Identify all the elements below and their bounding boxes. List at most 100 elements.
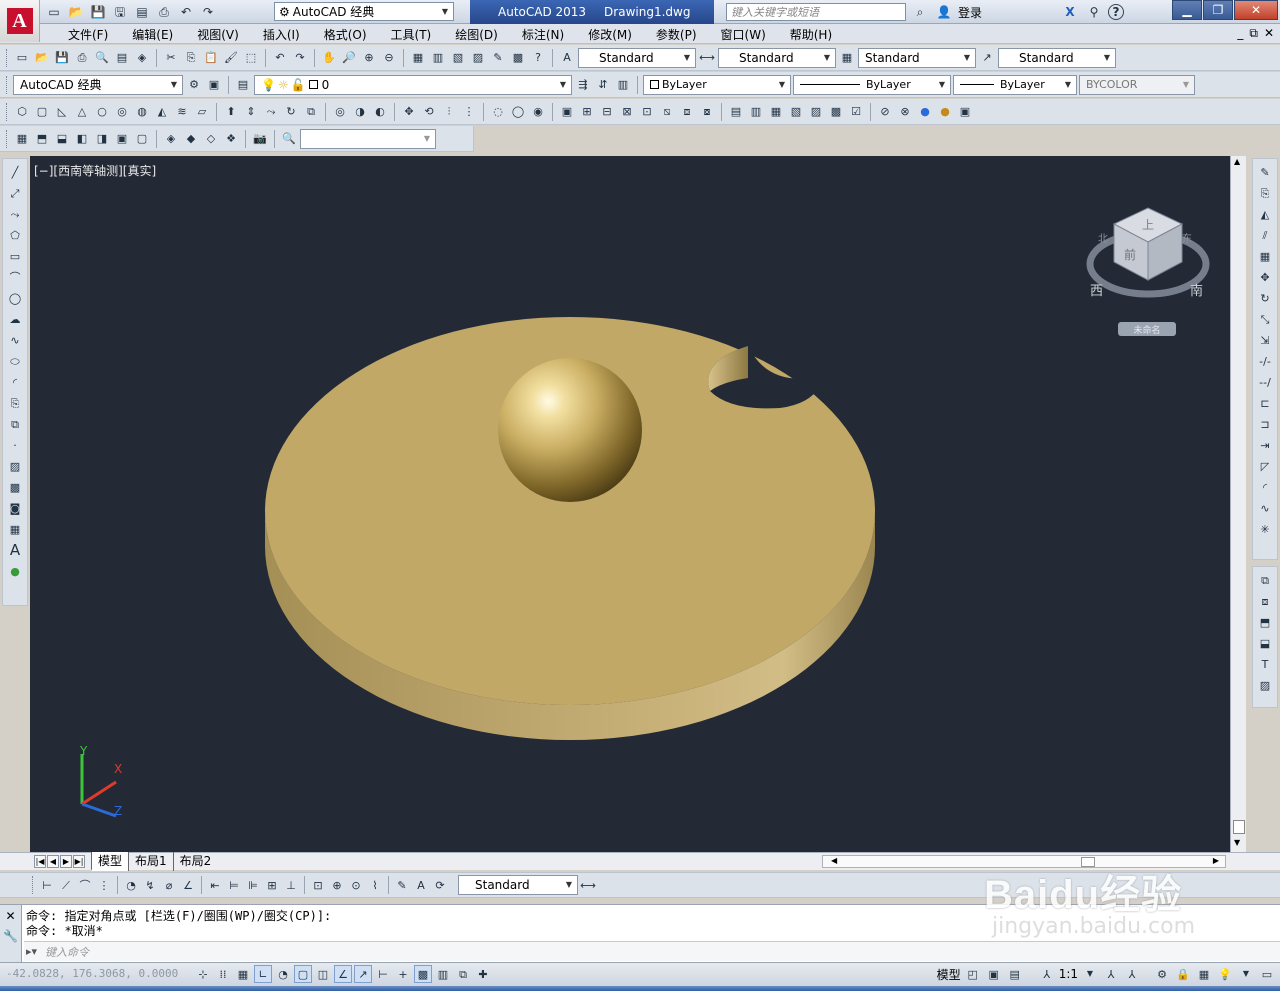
toolbar-lock-icon[interactable]: 🔒 bbox=[1174, 965, 1192, 983]
radius-dim-icon[interactable]: ◔ bbox=[122, 876, 140, 894]
quick-view-layouts-icon[interactable]: ▣ bbox=[985, 965, 1003, 983]
scroll-right-icon[interactable]: ▶ bbox=[1213, 856, 1219, 865]
dim-style-select[interactable]: Standard ▼ bbox=[718, 47, 836, 68]
properties-icon[interactable]: ▦ bbox=[409, 49, 427, 67]
quick-view-drawings-icon[interactable]: ▤ bbox=[1006, 965, 1024, 983]
visual-style-wireframe-icon[interactable]: ⊘ bbox=[876, 103, 894, 121]
undo-icon[interactable]: ↶ bbox=[271, 49, 289, 67]
color-select[interactable]: ByLayer ▼ bbox=[643, 74, 791, 95]
text-style-icon[interactable]: A bbox=[558, 49, 576, 67]
redo-icon[interactable]: ↷ bbox=[291, 49, 309, 67]
table-icon[interactable]: ▦ bbox=[6, 520, 24, 538]
solid-edit-delete-faces-icon[interactable]: ⊠ bbox=[618, 103, 636, 121]
planar-surface-icon[interactable]: ▱ bbox=[193, 103, 211, 121]
isolate-objects-icon[interactable]: 💡 bbox=[1216, 965, 1234, 983]
workspace-save-icon[interactable]: ▣ bbox=[205, 76, 223, 94]
continue-dim-icon[interactable]: ⊫ bbox=[244, 876, 262, 894]
solid-edit-move-faces-icon[interactable]: ⊞ bbox=[578, 103, 596, 121]
polyline-icon[interactable]: ⤳ bbox=[6, 205, 24, 223]
diameter-dim-icon[interactable]: ⌀ bbox=[160, 876, 178, 894]
subtract-icon[interactable]: ◑ bbox=[351, 103, 369, 121]
markup-icon[interactable]: ✎ bbox=[489, 49, 507, 67]
block-editor-icon[interactable]: ⬚ bbox=[242, 49, 260, 67]
solid-edit-extrude-faces-icon[interactable]: ▣ bbox=[558, 103, 576, 121]
array-icon[interactable]: ▦ bbox=[1256, 247, 1274, 265]
compass-north[interactable]: 北 bbox=[1098, 230, 1108, 245]
drawing-viewport[interactable]: [−][西南等轴测][真实] 上 前 西 南 北 东 未命名 Y X Z bbox=[30, 156, 1230, 852]
scale-icon[interactable]: ⤡ bbox=[1256, 310, 1274, 328]
menu-help[interactable]: 帮助(H) bbox=[778, 26, 844, 43]
annotation-scale-value[interactable]: 1:1 bbox=[1059, 967, 1078, 981]
dim-space-icon[interactable]: ⊞ bbox=[263, 876, 281, 894]
line-icon[interactable]: ╱ bbox=[6, 163, 24, 181]
3d-align-icon[interactable]: ⫶ bbox=[440, 103, 458, 121]
redo-icon[interactable]: ↷ bbox=[198, 2, 218, 22]
menu-draw[interactable]: 绘图(D) bbox=[443, 26, 510, 43]
torus-icon[interactable]: ◍ bbox=[133, 103, 151, 121]
help-icon[interactable]: ? bbox=[529, 49, 547, 67]
tolerance-icon[interactable]: ⊡ bbox=[309, 876, 327, 894]
login-link[interactable]: 登录 bbox=[958, 4, 982, 21]
autoscale-icon[interactable]: ⅄ bbox=[1123, 965, 1141, 983]
paste-icon[interactable]: 📋 bbox=[202, 49, 220, 67]
ellipse-icon[interactable]: ⬭ bbox=[6, 352, 24, 370]
offset-icon[interactable]: ⫽ bbox=[1256, 226, 1274, 244]
cylinder-icon[interactable]: ◎ bbox=[113, 103, 131, 121]
top-view-icon[interactable]: ⬒ bbox=[33, 130, 51, 148]
stretch-icon[interactable]: ⇲ bbox=[1256, 331, 1274, 349]
hardware-acceleration-icon[interactable]: ▦ bbox=[1195, 965, 1213, 983]
jogged-dim-icon[interactable]: ↯ bbox=[141, 876, 159, 894]
3d-rotate-icon[interactable]: ⟲ bbox=[420, 103, 438, 121]
scroll-up-icon[interactable]: ▲ bbox=[1234, 157, 1240, 166]
binoculars-icon[interactable]: ⌕ bbox=[910, 2, 930, 22]
quick-properties-icon[interactable]: ▥ bbox=[434, 965, 452, 983]
plotstyle-select[interactable]: BYCOLOR ▼ bbox=[1079, 74, 1195, 95]
mleader-style-icon[interactable]: ↗ bbox=[978, 49, 996, 67]
menu-window[interactable]: 窗口(W) bbox=[709, 26, 778, 43]
circle-icon[interactable]: ◯ bbox=[6, 289, 24, 307]
dim-update-icon[interactable]: ⟳ bbox=[431, 876, 449, 894]
rectangle-icon[interactable]: ▭ bbox=[6, 247, 24, 265]
break-icon[interactable]: ⊐ bbox=[1256, 415, 1274, 433]
doc-close-button[interactable]: ✕ bbox=[1264, 26, 1274, 41]
box-icon[interactable]: ▢ bbox=[33, 103, 51, 121]
vertical-scrollbar[interactable]: ▲ ▼ bbox=[1230, 156, 1246, 852]
polygon-icon[interactable]: ⬠ bbox=[6, 226, 24, 244]
view-select[interactable]: ▼ bbox=[300, 128, 436, 149]
cut-icon[interactable]: ✂ bbox=[162, 49, 180, 67]
point-icon[interactable]: · bbox=[6, 436, 24, 454]
table-style-select[interactable]: Standard ▼ bbox=[858, 47, 976, 68]
menu-view[interactable]: 视图(V) bbox=[185, 26, 251, 43]
chevron-down-icon[interactable]: ▼ bbox=[1081, 965, 1099, 983]
baseline-dim-icon[interactable]: ⊨ bbox=[225, 876, 243, 894]
save-icon[interactable]: 💾 bbox=[88, 2, 108, 22]
3d-array-icon[interactable]: ⋮ bbox=[460, 103, 478, 121]
calculator-icon[interactable]: ▩ bbox=[509, 49, 527, 67]
blend-curves-icon[interactable]: ∿ bbox=[1256, 499, 1274, 517]
presspull-icon[interactable]: ⇕ bbox=[242, 103, 260, 121]
undo-icon[interactable]: ↶ bbox=[176, 2, 196, 22]
menu-format[interactable]: 格式(O) bbox=[312, 26, 379, 43]
lineweight-select[interactable]: ByLayer ▼ bbox=[953, 74, 1077, 95]
quick-dim-icon[interactable]: ⇤ bbox=[206, 876, 224, 894]
qnew-icon[interactable]: ▭ bbox=[13, 49, 31, 67]
insert-block-icon[interactable]: ⎘ bbox=[6, 394, 24, 412]
continuous-orbit-icon[interactable]: ◉ bbox=[529, 103, 547, 121]
zoom-window-icon[interactable]: ⊕ bbox=[360, 49, 378, 67]
hatch-to-back-icon[interactable]: ▨ bbox=[1256, 676, 1274, 694]
first-tab-icon[interactable]: |◀ bbox=[34, 855, 46, 868]
construction-line-icon[interactable]: ⤢ bbox=[6, 184, 24, 202]
last-tab-icon[interactable]: ▶| bbox=[73, 855, 85, 868]
arc-icon[interactable]: ⌒ bbox=[6, 268, 24, 286]
tab-layout2[interactable]: 布局2 bbox=[172, 852, 218, 871]
spline-icon[interactable]: ∿ bbox=[6, 331, 24, 349]
doc-restore-button[interactable]: ⧉ bbox=[1249, 26, 1258, 41]
visual-style-conceptual-icon[interactable]: ● bbox=[916, 103, 934, 121]
rotate-icon[interactable]: ↻ bbox=[1256, 289, 1274, 307]
new-icon[interactable]: ▭ bbox=[44, 2, 64, 22]
text-to-front-icon[interactable]: T bbox=[1256, 655, 1274, 673]
sheet-set-icon[interactable]: ▨ bbox=[469, 49, 487, 67]
named-views-icon[interactable]: ▦ bbox=[13, 130, 31, 148]
make-layer-current-icon[interactable]: ⇶ bbox=[574, 76, 592, 94]
zoom-realtime-icon[interactable]: 🔎 bbox=[340, 49, 358, 67]
